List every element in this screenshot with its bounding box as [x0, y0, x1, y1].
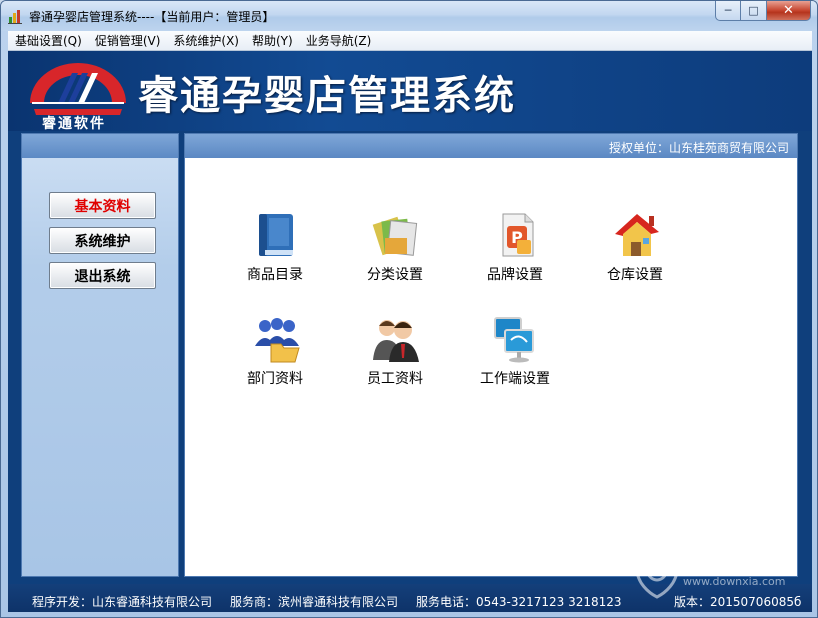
title-bar[interactable]: 睿通孕婴店管理系统----【当前用户：管理员】 ─ □ ✕ — [1, 1, 817, 31]
book-icon — [259, 214, 293, 256]
authorized-unit: 授权单位：山东桂苑商贸有限公司 — [608, 141, 789, 155]
status-phone: 服务电话：0543-3217123 3218123 — [416, 595, 622, 609]
tile-label: 工作端设置 — [480, 371, 550, 387]
maximize-button[interactable]: □ — [741, 1, 767, 21]
employees-icon — [373, 320, 419, 362]
tile-label: 仓库设置 — [607, 267, 663, 283]
tile-brand-settings[interactable]: P 品牌设置 — [467, 210, 563, 290]
tile-category-settings[interactable]: 分类设置 — [347, 210, 443, 290]
minimize-button[interactable]: ─ — [715, 1, 741, 21]
menu-business-nav[interactable]: 业务导航(Z) — [299, 31, 378, 51]
tile-product-catalog[interactable]: 商品目录 — [227, 210, 323, 290]
app-icon — [8, 10, 22, 24]
department-folder-icon — [255, 318, 300, 363]
tile-label: 商品目录 — [247, 267, 303, 283]
close-button[interactable]: ✕ — [767, 1, 811, 21]
brand-doc-icon: P — [502, 213, 534, 257]
left-panel-header — [22, 134, 178, 158]
tile-employee-info[interactable]: 员工资料 — [347, 314, 443, 394]
workstations-icon — [494, 317, 534, 363]
nav-basic-info-button[interactable]: 基本资料 — [49, 192, 156, 219]
tile-label: 部门资料 — [247, 371, 303, 387]
banner-title: 睿通孕婴店管理系统 — [138, 73, 516, 119]
menu-help[interactable]: 帮助(Y) — [245, 31, 299, 51]
menu-basic-settings[interactable]: 基础设置(Q) — [8, 31, 88, 51]
tile-label: 分类设置 — [367, 267, 423, 283]
window-controls: ─ □ ✕ — [715, 1, 811, 21]
content-panel: 授权单位：山东桂苑商贸有限公司 商品目录 分类设置 P 品牌设置 仓库设置 部门… — [184, 133, 798, 577]
banner: 睿通软件 睿通孕婴店管理系统 — [8, 51, 812, 132]
folders-icon — [372, 216, 418, 256]
window-title: 睿通孕婴店管理系统----【当前用户：管理员】 — [29, 10, 275, 24]
nav-system-maintenance-button[interactable]: 系统维护 — [49, 227, 156, 254]
menu-promotion[interactable]: 促销管理(V) — [88, 31, 167, 51]
tile-label: 品牌设置 — [487, 267, 543, 283]
tile-workstation-settings[interactable]: 工作端设置 — [467, 314, 563, 394]
tile-warehouse-settings[interactable]: 仓库设置 — [587, 210, 683, 290]
status-version: 版本：20150706085б — [674, 595, 802, 609]
status-service-provider: 服务商：滨州睿通科技有限公司 — [230, 595, 399, 609]
status-bar: 程序开发：山东睿通科技有限公司 服务商：滨州睿通科技有限公司 服务电话：0543… — [8, 584, 812, 612]
left-nav-panel: 基本资料 系统维护 退出系统 — [21, 133, 179, 577]
menu-system-maintenance[interactable]: 系统维护(X) — [166, 31, 245, 51]
content-panel-header: 授权单位：山东桂苑商贸有限公司 — [185, 134, 797, 158]
app-window: 睿通孕婴店管理系统----【当前用户：管理员】 ─ □ ✕ 基础设置(Q) 促销… — [0, 0, 818, 618]
warehouse-house-icon — [615, 214, 659, 256]
nav-exit-button[interactable]: 退出系统 — [49, 262, 156, 289]
menu-bar: 基础设置(Q) 促销管理(V) 系统维护(X) 帮助(Y) 业务导航(Z) — [8, 31, 812, 51]
tile-department-info[interactable]: 部门资料 — [227, 314, 323, 394]
client-area: 睿通软件 睿通孕婴店管理系统 基本资料 系统维护 退出系统 授权单位：山东桂苑商… — [8, 51, 812, 612]
status-developer: 程序开发：山东睿通科技有限公司 — [32, 595, 213, 609]
tile-label: 员工资料 — [367, 371, 423, 387]
logo-text: 睿通软件 — [42, 116, 106, 132]
